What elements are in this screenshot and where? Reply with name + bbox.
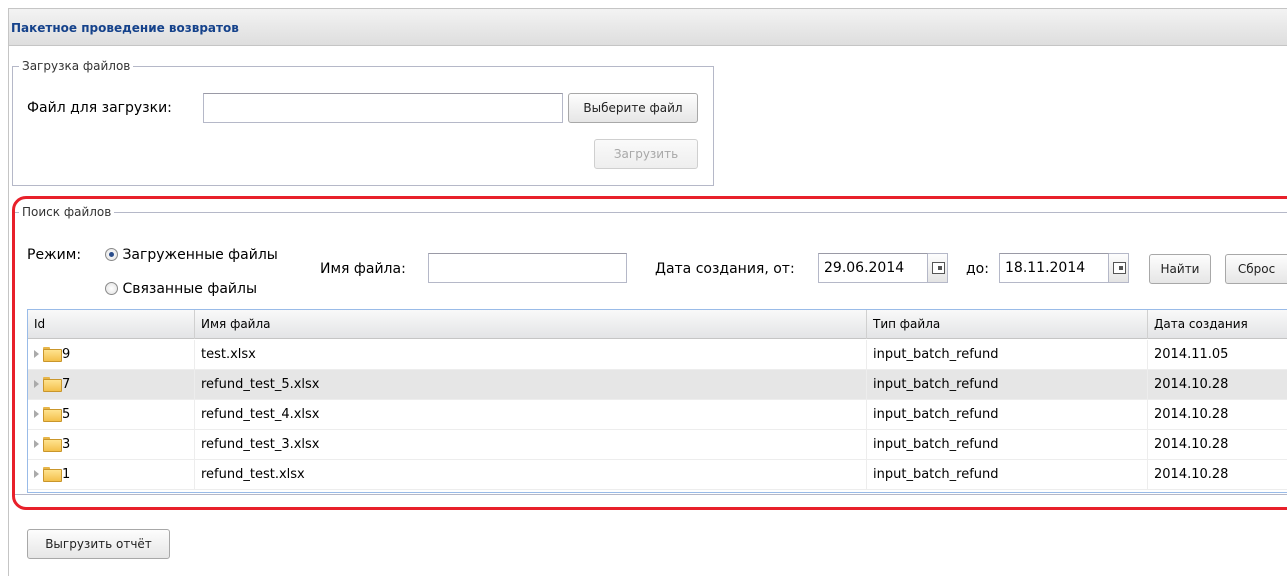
expander-arrow-icon[interactable] [34, 380, 39, 388]
mode-linked-option[interactable]: Связанные файлы [105, 281, 257, 297]
cell-type: input_batch_refund [867, 340, 1148, 370]
cell-id: 5 [28, 400, 195, 430]
mode-linked-label: Связанные файлы [122, 281, 257, 297]
folder-icon [43, 377, 62, 392]
table-row[interactable]: 3 refund_test_3.xlsx input_batch_refund … [28, 430, 1287, 460]
mode-uploaded-option[interactable]: Загруженные файлы [105, 247, 278, 263]
file-path-input[interactable] [203, 93, 563, 123]
choose-file-button[interactable]: Выберите файл [568, 93, 698, 123]
date-from-field[interactable] [818, 253, 928, 283]
column-header-date[interactable]: Дата создания [1148, 310, 1287, 339]
cell-name: refund_test.xlsx [195, 460, 867, 490]
table-row[interactable]: 1 refund_test.xlsx input_batch_refund 20… [28, 460, 1287, 490]
mode-uploaded-radio[interactable] [105, 248, 118, 261]
column-header-id[interactable]: Id [28, 310, 195, 339]
calendar-icon[interactable] [1109, 253, 1129, 283]
files-grid: Id Имя файла Тип файла Дата создания 9 t… [27, 309, 1287, 493]
cell-type: input_batch_refund [867, 400, 1148, 430]
file-label: Файл для загрузки: [27, 100, 172, 116]
expander-arrow-icon[interactable] [34, 440, 39, 448]
mode-linked-radio[interactable] [105, 282, 118, 295]
mode-uploaded-label: Загруженные файлы [122, 247, 278, 263]
cell-id: 7 [28, 370, 195, 400]
cell-date: 2014.10.28 [1154, 407, 1229, 422]
table-row[interactable]: 7 refund_test_5.xlsx input_batch_refund … [28, 370, 1287, 400]
expander-arrow-icon[interactable] [34, 410, 39, 418]
date-from-label: Дата создания, от: [655, 261, 795, 277]
search-legend: Поиск файлов [22, 205, 112, 219]
row-id: 9 [62, 347, 71, 362]
cell-id: 1 [28, 460, 195, 490]
filename-label: Имя файла: [320, 261, 406, 277]
row-id: 7 [62, 377, 71, 392]
upload-button[interactable]: Загрузить [594, 139, 698, 169]
cell-id: 9 [28, 340, 195, 370]
cell-name: refund_test_4.xlsx [195, 400, 867, 430]
column-header-type[interactable]: Тип файла [867, 310, 1148, 339]
row-id: 3 [62, 437, 71, 452]
cell-name: refund_test_5.xlsx [195, 370, 867, 400]
folder-icon [43, 347, 62, 362]
table-row[interactable]: 5 refund_test_4.xlsx input_batch_refund … [28, 400, 1287, 430]
panel-header: Пакетное проведение возвратов [8, 8, 1287, 46]
find-button[interactable]: Найти [1149, 254, 1211, 284]
table-row[interactable]: 9 test.xlsx input_batch_refund 2014.11.0… [28, 340, 1287, 370]
filename-input[interactable] [428, 253, 627, 283]
cell-date: 2014.10.28 [1154, 377, 1229, 392]
cell-type: input_batch_refund [867, 430, 1148, 460]
expander-arrow-icon[interactable] [34, 350, 39, 358]
expander-arrow-icon[interactable] [34, 470, 39, 478]
upload-legend: Загрузка файлов [22, 59, 131, 73]
column-header-name[interactable]: Имя файла [195, 310, 867, 339]
cell-name: test.xlsx [195, 340, 867, 370]
cell-date: 2014.10.28 [1154, 467, 1229, 482]
mode-label: Режим: [27, 247, 82, 263]
row-id: 5 [62, 407, 71, 422]
folder-icon [43, 407, 62, 422]
cell-type: input_batch_refund [867, 460, 1148, 490]
row-id: 1 [62, 467, 71, 482]
cell-id: 3 [28, 430, 195, 460]
cell-type: input_batch_refund [867, 370, 1148, 400]
cell-date: 2014.11.05 [1154, 347, 1229, 362]
folder-icon [43, 467, 62, 482]
cell-date: 2014.10.28 [1154, 437, 1229, 452]
panel-title: Пакетное проведение возвратов [11, 21, 239, 35]
export-report-button[interactable]: Выгрузить отчёт [27, 529, 170, 559]
date-to-field[interactable] [999, 253, 1109, 283]
date-to-label: до: [966, 261, 989, 277]
reset-button[interactable]: Сброс [1225, 254, 1287, 284]
grid-header: Id Имя файла Тип файла Дата создания [28, 310, 1287, 339]
folder-icon [43, 437, 62, 452]
cell-name: refund_test_3.xlsx [195, 430, 867, 460]
calendar-icon[interactable] [928, 253, 948, 283]
